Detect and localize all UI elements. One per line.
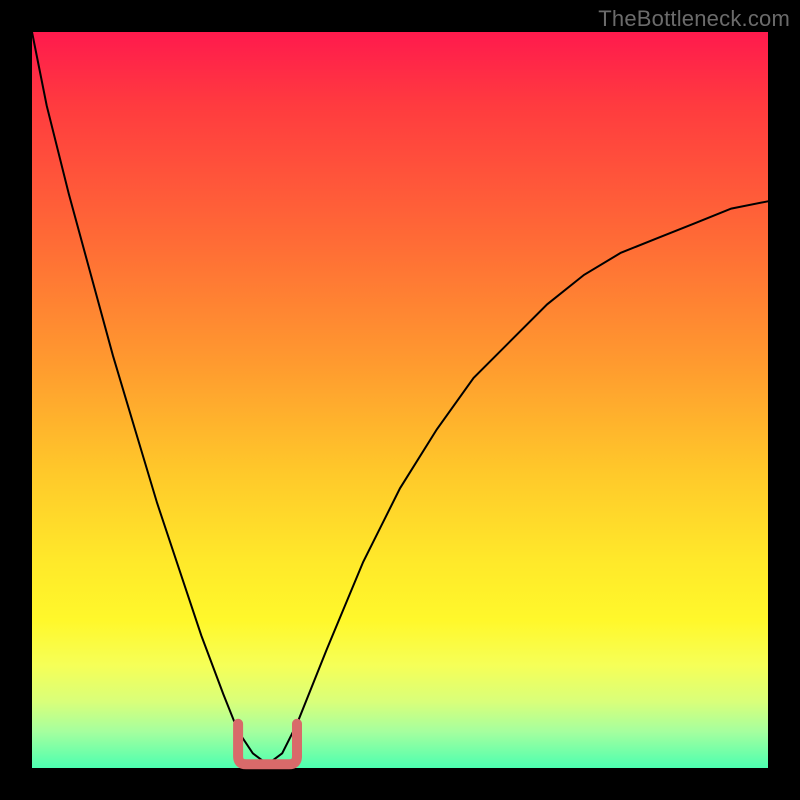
chart-plot-area bbox=[32, 32, 768, 768]
chart-frame: TheBottleneck.com bbox=[0, 0, 800, 800]
chart-svg bbox=[32, 32, 768, 768]
watermark-text: TheBottleneck.com bbox=[598, 6, 790, 32]
bottleneck-curve bbox=[32, 32, 768, 764]
